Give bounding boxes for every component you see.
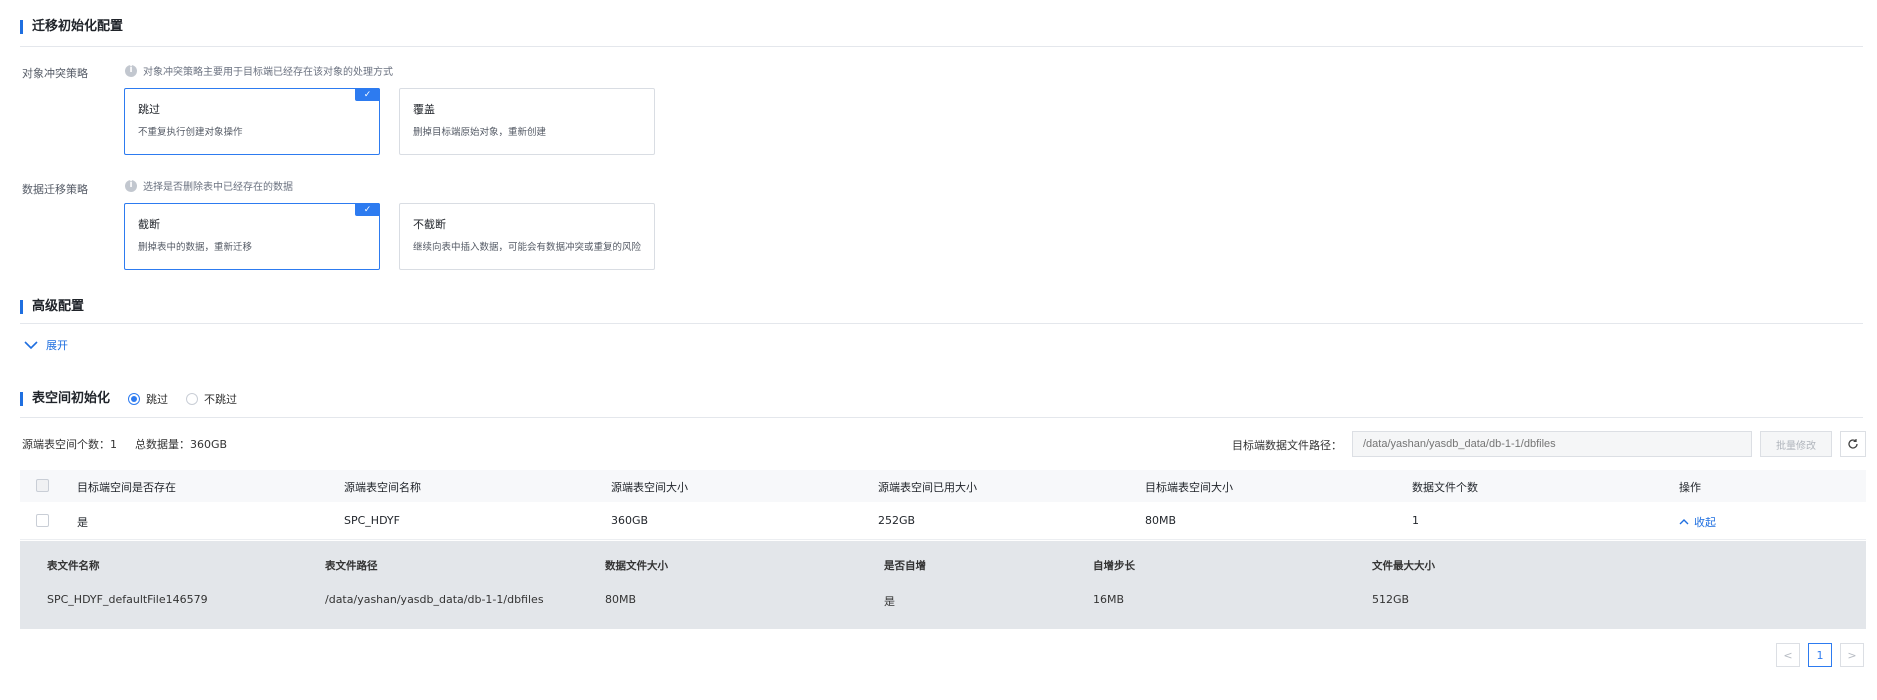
tablespace-total: 总数据量：360GB [135,438,228,451]
sub-column-header: 表文件名称 [47,560,100,572]
table-row: 是 SPC_HDYF 360GB 252GB 80MB 1 收起 [20,502,1866,540]
option-title: 截断 [138,218,160,231]
chevron-down-icon [24,341,38,350]
cell-exists: 是 [77,516,88,529]
option-card-skip[interactable]: ✓ 跳过 不重复执行创建对象操作 [124,88,380,155]
sub-cell-max-size: 512GB [1372,593,1410,606]
check-icon: ✓ [355,88,380,101]
option-desc: 删掉目标端原始对象，重新创建 [413,127,547,138]
data-migration-hint-text: 选择是否删除表中已经存在的数据 [143,182,293,193]
sub-cell-autoextend: 是 [884,595,895,608]
sub-column-header: 文件最大大小 [1372,560,1435,572]
row-checkbox[interactable] [36,514,49,527]
tablespace-stats: 源端表空间个数：1 总数据量：360GB [22,436,227,452]
pagination-prev[interactable]: < [1776,643,1800,667]
divider [20,46,1863,47]
radio-no-skip[interactable]: 不跳过 [186,391,237,407]
option-desc: 不重复执行创建对象操作 [138,127,243,138]
datafile-subpanel: 表文件名称 表文件路径 数据文件大小 是否自增 自增步长 文件最大大小 SPC_… [20,541,1866,629]
refresh-button[interactable] [1840,431,1866,457]
cell-used: 252GB [878,514,916,527]
section-title-tablespace: 表空间初始化 [20,391,110,407]
pagination-next[interactable]: > [1840,643,1864,667]
option-card-truncate[interactable]: ✓ 截断 删掉表中的数据，重新迁移 [124,203,380,270]
object-conflict-hint-text: 对象冲突策略主要用于目标端已经存在该对象的处理方式 [143,67,393,78]
sub-cell-file-path: /data/yashan/yasdb_data/db-1-1/dbfiles [325,593,544,606]
object-conflict-label: 对象冲突策略 [22,67,88,80]
radio-skip[interactable]: 跳过 [128,391,168,407]
column-header: 源端表空间已用大小 [878,481,977,494]
info-icon: i [125,64,137,77]
data-migration-hint: i 选择是否删除表中已经存在的数据 [125,178,293,193]
check-icon: ✓ [355,203,380,216]
radio-label: 不跳过 [204,393,237,406]
chevron-up-icon [1679,519,1689,525]
data-file-path-input[interactable] [1352,431,1752,457]
table-header: 目标端空间是否存在 源端表空间名称 源端表空间大小 源端表空间已用大小 目标端表… [20,470,1866,502]
cell-size: 360GB [611,514,649,527]
option-title: 不截断 [413,218,446,231]
collapse-label: 收起 [1694,516,1716,529]
refresh-icon [1848,439,1858,449]
sub-column-header: 表文件路径 [325,560,378,572]
object-conflict-hint: i 对象冲突策略主要用于目标端已经存在该对象的处理方式 [125,63,393,78]
option-desc: 删掉表中的数据，重新迁移 [138,242,253,253]
pagination-page-1[interactable]: 1 [1808,643,1832,667]
tablespace-radio-group: 跳过 不跳过 [128,391,237,407]
divider [20,417,1863,418]
column-header: 数据文件个数 [1412,481,1478,494]
cell-name: SPC_HDYF [344,514,400,527]
path-label: 目标端数据文件路径： [1232,439,1342,452]
section-title-advanced: 高级配置 [20,299,84,315]
info-icon: i [125,179,137,192]
tablespace-count: 源端表空间个数：1 [22,438,117,451]
radio-label: 跳过 [146,393,168,406]
section-title-migration-init: 迁移初始化配置 [20,19,123,35]
sub-column-header: 自增步长 [1093,560,1135,572]
sub-cell-file-name: SPC_HDYF_defaultFile146579 [47,593,208,606]
sub-column-header: 数据文件大小 [605,560,668,572]
column-header: 源端表空间名称 [344,481,421,494]
radio-dot [128,393,140,405]
option-card-no-truncate[interactable]: 不截断 继续向表中插入数据，可能会有数据冲突或重复的风险 [399,203,655,270]
divider [20,323,1863,324]
radio-dot [186,393,198,405]
data-migration-label: 数据迁移策略 [22,183,88,196]
column-header: 源端表空间大小 [611,481,688,494]
option-title: 跳过 [138,103,160,116]
option-desc: 继续向表中插入数据，可能会有数据冲突或重复的风险 [413,242,642,253]
sub-cell-step: 16MB [1093,593,1125,606]
column-header: 操作 [1679,481,1701,494]
column-header: 目标端表空间大小 [1145,481,1233,494]
column-header: 目标端空间是否存在 [77,481,176,494]
select-all-checkbox[interactable] [36,479,49,492]
expand-toggle[interactable]: 展开 [24,337,68,353]
collapse-button[interactable]: 收起 [1679,514,1716,530]
option-title: 覆盖 [413,103,435,116]
cell-file-count: 1 [1412,514,1419,527]
sub-column-header: 是否自增 [884,560,926,572]
cell-target-size: 80MB [1145,514,1177,527]
sub-cell-file-size: 80MB [605,593,637,606]
option-card-overwrite[interactable]: 覆盖 删掉目标端原始对象，重新创建 [399,88,655,155]
expand-label: 展开 [46,339,68,352]
batch-modify-button[interactable]: 批量修改 [1760,431,1832,457]
